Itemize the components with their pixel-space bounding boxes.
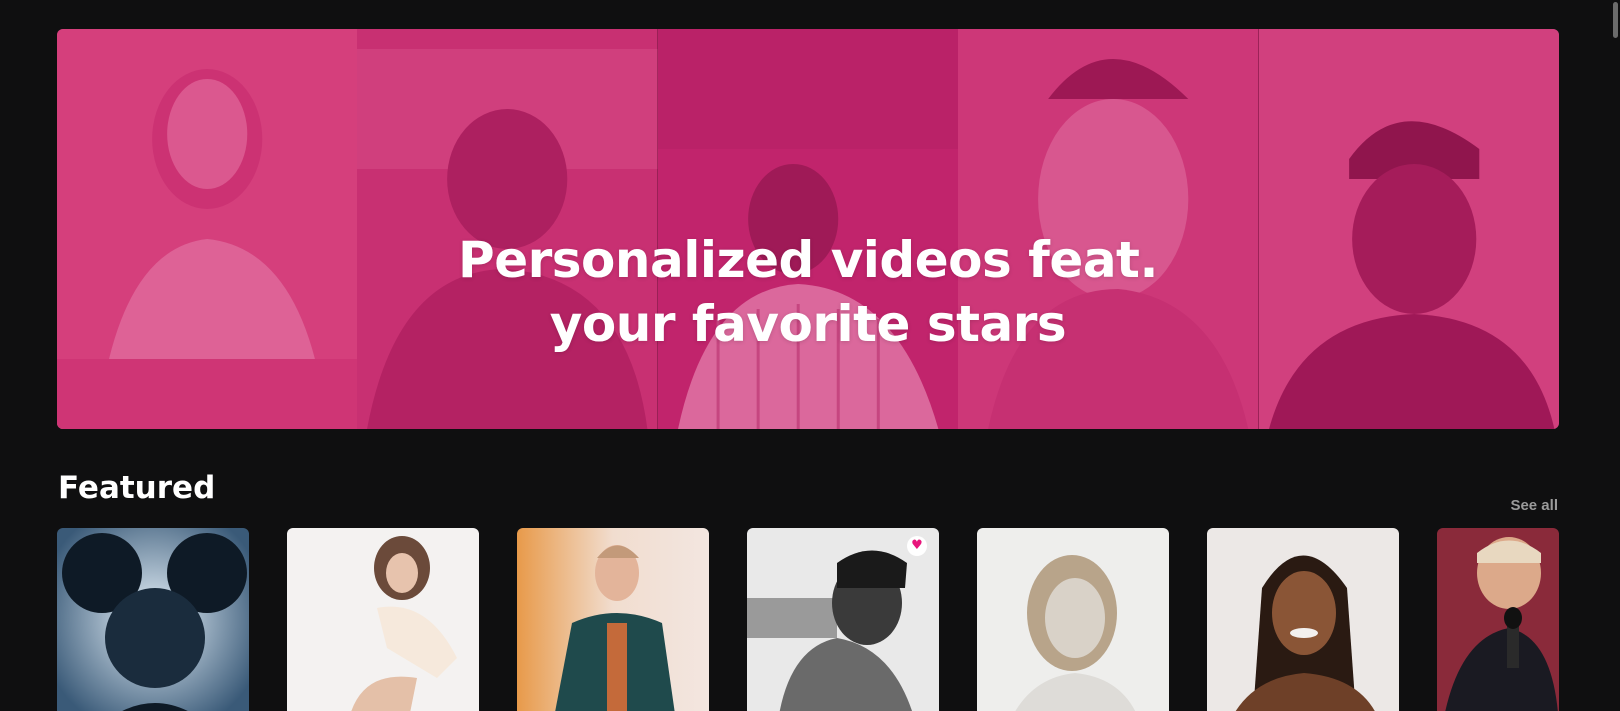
featured-card-4[interactable]: ♥	[747, 528, 939, 711]
featured-card-6[interactable]	[1207, 528, 1399, 711]
hero-headline-line1: Personalized videos feat.	[458, 230, 1158, 289]
featured-card-7[interactable]	[1437, 528, 1559, 711]
see-all-link[interactable]: See all	[1510, 497, 1558, 514]
hero-headline: Personalized videos feat. your favorite …	[57, 228, 1559, 356]
featured-carousel: ♥	[57, 528, 1559, 711]
scrollbar-thumb[interactable]	[1613, 2, 1618, 38]
page: Personalized videos feat. your favorite …	[0, 0, 1620, 711]
vertical-scrollbar[interactable]	[1610, 0, 1620, 711]
heart-icon[interactable]: ♥	[907, 536, 927, 556]
featured-title: Featured	[58, 470, 216, 506]
featured-card-3[interactable]	[517, 528, 709, 711]
hero-banner[interactable]: Personalized videos feat. your favorite …	[57, 29, 1559, 429]
featured-card-2[interactable]	[287, 528, 479, 711]
featured-card-1[interactable]	[57, 528, 249, 711]
hero-headline-line2: your favorite stars	[549, 294, 1067, 353]
featured-card-5[interactable]	[977, 528, 1169, 711]
